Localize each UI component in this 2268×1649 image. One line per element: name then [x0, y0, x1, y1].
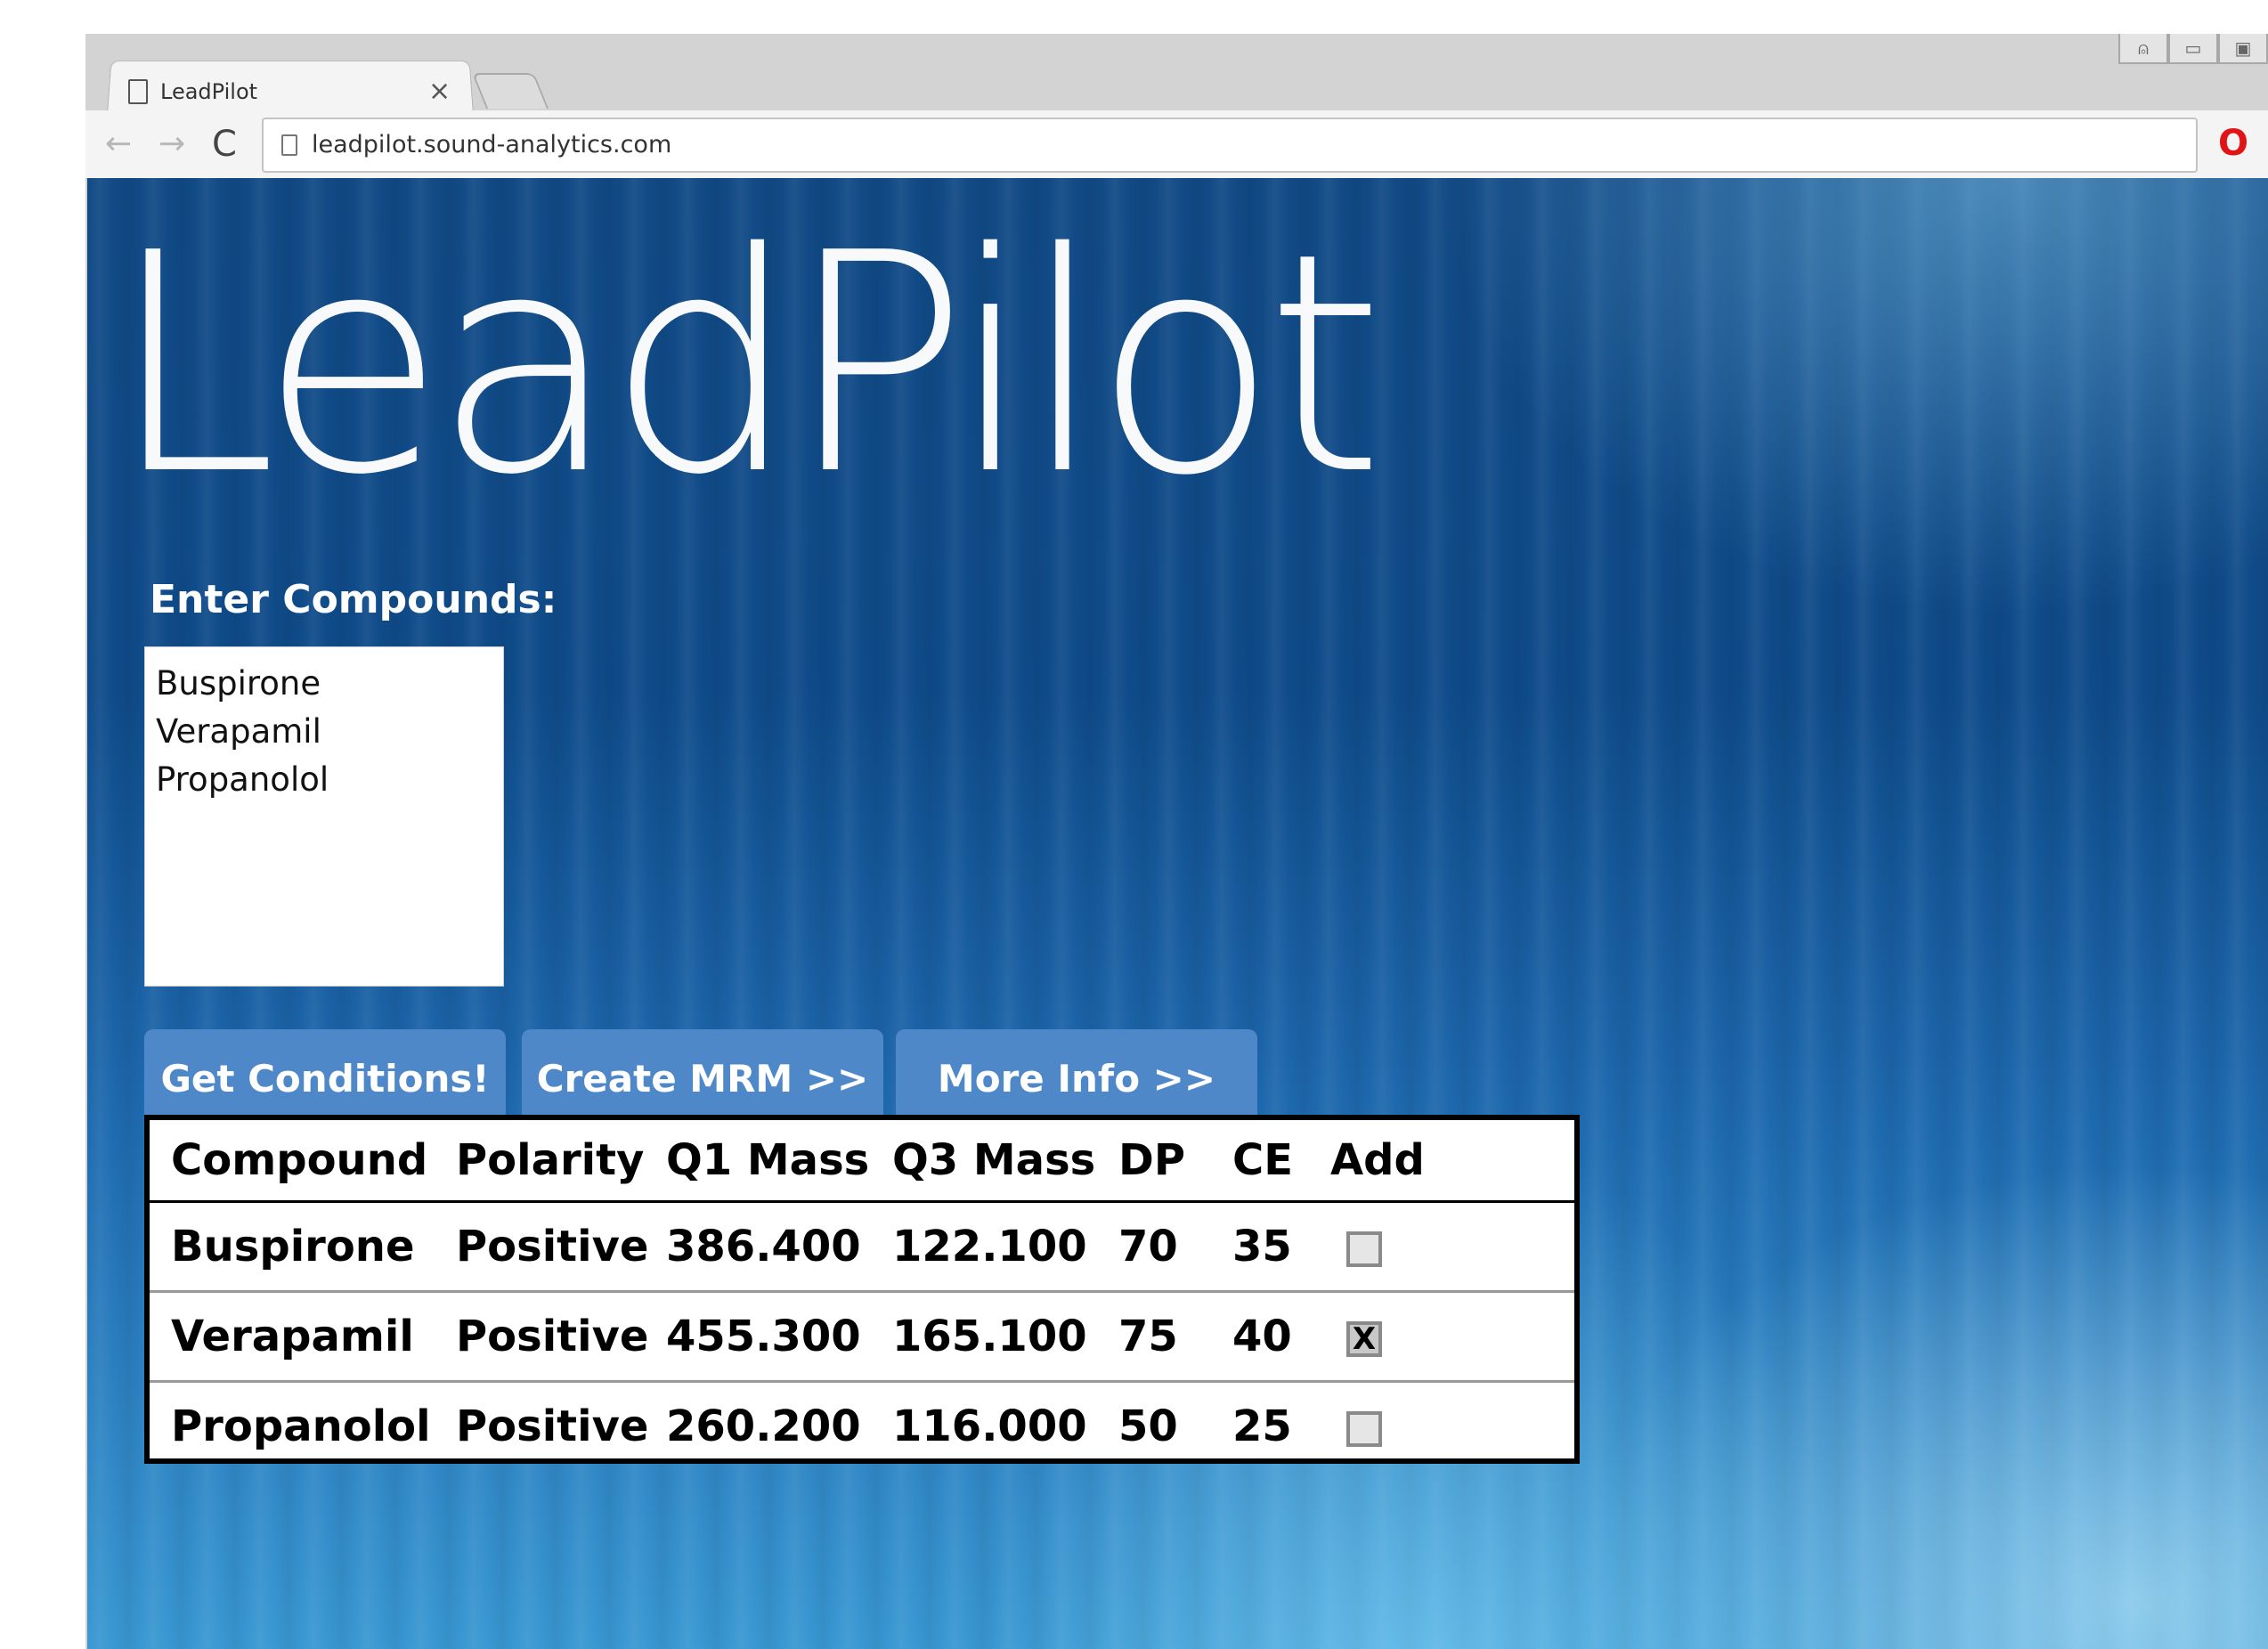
cell-q3-mass: 116.000: [892, 1401, 1087, 1451]
cell-compound: Verapamil: [150, 1291, 456, 1383]
table-header-row: Compound Polarity Q1 Mass Q3 Mass DP CE …: [150, 1120, 1574, 1203]
header-polarity: Polarity: [456, 1120, 666, 1203]
cell-polarity: Positive: [456, 1401, 649, 1451]
back-arrow-icon[interactable]: ←: [105, 119, 132, 169]
header-compound: Compound: [150, 1120, 456, 1203]
get-conditions-button[interactable]: Get Conditions!: [144, 1029, 506, 1127]
tab-title: LeadPilot: [160, 79, 258, 104]
cell-q1-mass: 455.300: [666, 1291, 892, 1383]
table-row: Verapamil Positive 455.300 165.100 75 40…: [150, 1291, 1574, 1383]
minimize-icon[interactable]: ▭: [2168, 34, 2218, 64]
add-checkbox[interactable]: [1346, 1411, 1382, 1447]
page-content: LeadPilot Enter Compounds: Buspirone Ver…: [87, 178, 2268, 1649]
reload-icon[interactable]: C: [212, 119, 237, 169]
forward-arrow-icon[interactable]: →: [159, 119, 185, 169]
enter-compounds-label: Enter Compounds:: [150, 577, 557, 622]
cell-q1-mass: 260.200: [666, 1401, 861, 1451]
cell-polarity: Positive: [456, 1291, 666, 1383]
header-add: Add: [1330, 1120, 1574, 1203]
tab-content: LeadPilot: [128, 69, 257, 114]
add-checkbox[interactable]: [1346, 1231, 1382, 1267]
cell-add: [1330, 1201, 1574, 1293]
window-controls: ⍝ ▭ ▣: [2118, 34, 2268, 64]
cell-polarity: Positive: [456, 1201, 666, 1293]
header-q3-mass: Q3 Mass: [892, 1120, 1118, 1203]
cell-dp: 75: [1118, 1291, 1232, 1383]
cell-dp: 70: [1118, 1201, 1232, 1293]
cell-ce: 35: [1232, 1201, 1330, 1293]
table-row: Buspirone Positive 386.400 122.100 70 35: [150, 1201, 1574, 1293]
cell-compound: Propanolol: [171, 1401, 431, 1451]
url-text: leadpilot.sound-analytics.com: [312, 131, 672, 158]
add-checkbox[interactable]: X: [1346, 1321, 1382, 1357]
tab-strip: LeadPilot × ⍝ ▭ ▣: [85, 34, 2268, 115]
page-icon: [128, 79, 148, 104]
conditions-table: Compound Polarity Q1 Mass Q3 Mass DP CE …: [144, 1115, 1580, 1464]
profile-icon[interactable]: ⍝: [2118, 34, 2168, 64]
cell-add: X: [1330, 1291, 1574, 1383]
cell-ce: 25: [1232, 1401, 1292, 1451]
create-mrm-button[interactable]: Create MRM >>: [522, 1029, 883, 1127]
new-tab-button[interactable]: [471, 73, 549, 109]
opera-icon[interactable]: O: [2218, 123, 2248, 164]
leadpilot-logo: LeadPilot: [109, 189, 1385, 541]
cell-add: [1330, 1382, 1574, 1471]
cell-dp: 50: [1118, 1401, 1178, 1451]
cell-compound: Buspirone: [150, 1201, 456, 1293]
compounds-input[interactable]: Buspirone Verapamil Propanolol: [144, 646, 504, 987]
cell-ce: 40: [1232, 1291, 1330, 1383]
cell-q3-mass: 122.100: [892, 1201, 1118, 1293]
browser-window: LeadPilot × ⍝ ▭ ▣ ← → C leadpilot.sound-…: [85, 34, 2268, 1649]
header-q1-mass: Q1 Mass: [666, 1120, 892, 1203]
close-tab-icon[interactable]: ×: [428, 71, 451, 112]
maximize-icon[interactable]: ▣: [2218, 34, 2268, 64]
browser-toolbar: ← → C leadpilot.sound-analytics.com O: [85, 110, 2268, 180]
header-ce: CE: [1232, 1120, 1330, 1203]
table-row: Propanolol Positive 260.200 116.000 50 2…: [150, 1382, 1574, 1471]
page-info-icon[interactable]: [281, 134, 297, 156]
cell-q3-mass: 165.100: [892, 1291, 1118, 1383]
more-info-button[interactable]: More Info >>: [896, 1029, 1257, 1127]
header-dp: DP: [1118, 1120, 1232, 1203]
cell-q1-mass: 386.400: [666, 1201, 892, 1293]
address-bar[interactable]: leadpilot.sound-analytics.com: [262, 118, 2198, 173]
